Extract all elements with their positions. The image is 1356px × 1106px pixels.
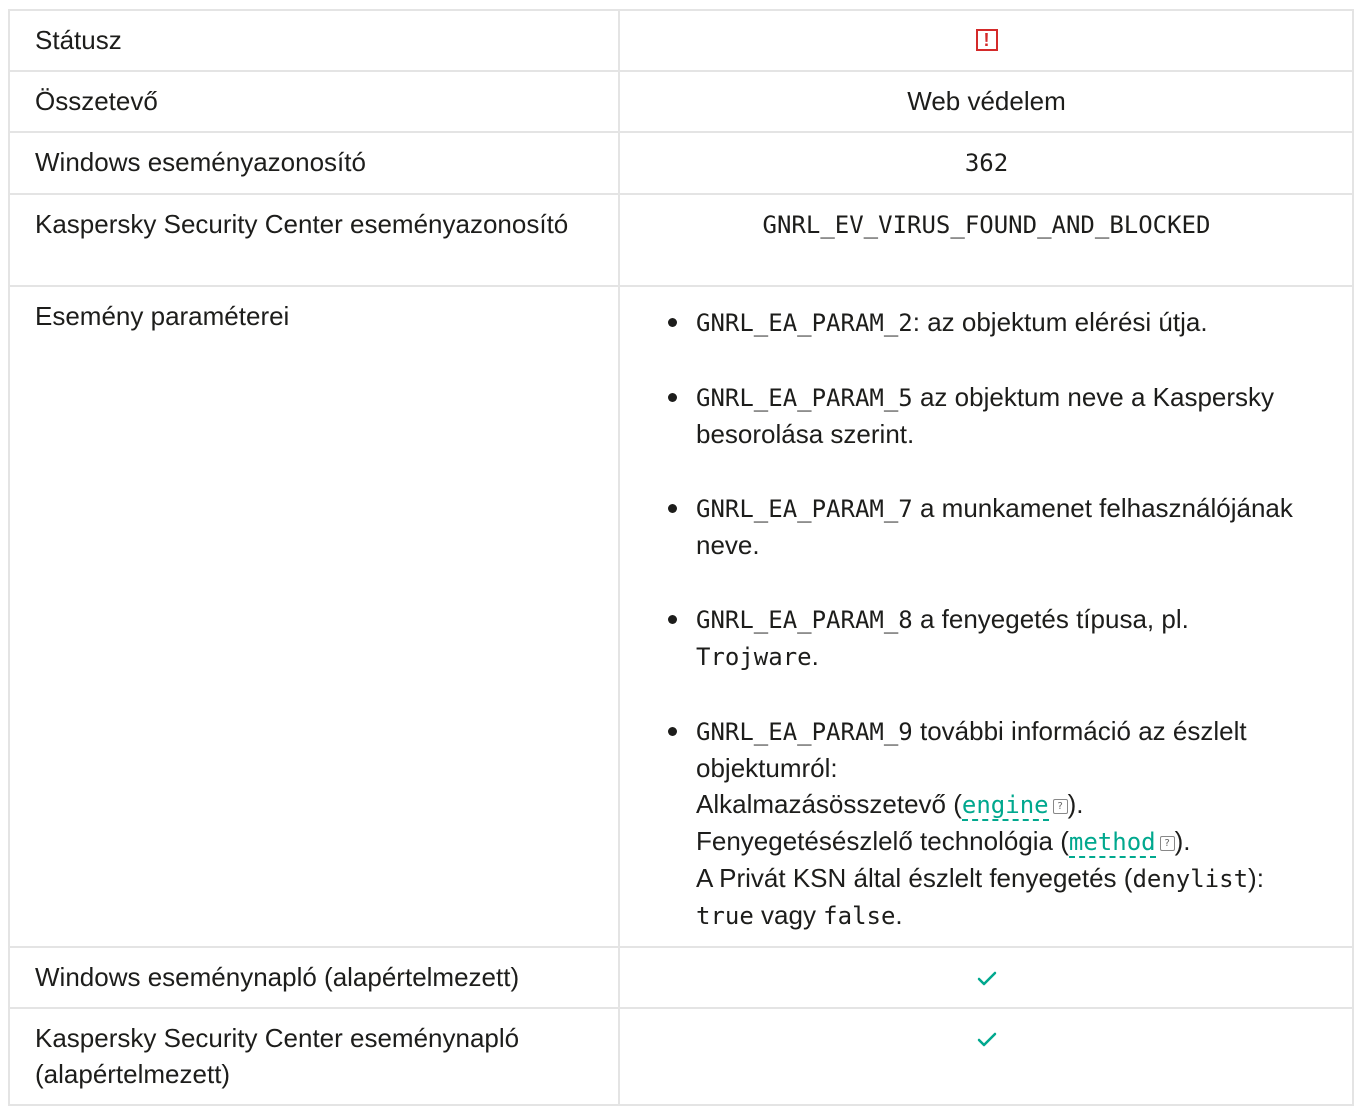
table-row: Kaspersky Security Center eseményazonosí… [8,193,1354,287]
param-text: vagy [753,900,824,930]
param-text: ): [1248,863,1264,893]
param-text: : az objektum elérési útja. [912,307,1208,337]
event-details-table: Státusz ! Összetevő Web védelem Windows … [8,9,1354,1106]
row-value [618,1007,1354,1106]
param-text: a fenyegetés típusa, pl. [912,604,1189,634]
param-example: Trojware [696,643,812,671]
list-item: GNRL_EA_PARAM_2: az objektum elérési útj… [659,304,1328,341]
table-row: Státusz ! [8,9,1354,72]
param-code: true [696,902,754,930]
list-item: GNRL_EA_PARAM_8 a fenyegetés típusa, pl.… [659,601,1328,675]
error-icon: ! [975,29,998,52]
param-text: A Privát KSN által észlelt fenyegetés ( [696,863,1133,893]
param-code: denylist [1132,865,1249,893]
row-label: Kaspersky Security Center eseményazonosí… [8,193,620,287]
param-text: ). [1174,826,1191,856]
glossary-link-method[interactable]: method [1068,828,1156,858]
table-row: Windows eseményazonosító 362 [8,131,1354,195]
param-text: Fenyegetésészlelő technológia ( [696,826,1069,856]
row-value: ! [618,9,1354,72]
param-code: GNRL_EA_PARAM_9 [696,718,913,746]
table-row: Kaspersky Security Center eseménynapló (… [8,1007,1354,1106]
event-params-list: GNRL_EA_PARAM_2: az objektum elérési útj… [659,304,1328,934]
help-icon[interactable]: ? [1052,798,1068,814]
row-value [618,946,1354,1009]
checkmark-icon [977,1032,996,1047]
param-code: GNRL_EA_PARAM_2 [696,309,913,337]
help-icon[interactable]: ? [1159,835,1175,851]
row-label: Esemény paraméterei [8,285,620,948]
param-code: false [823,902,896,930]
param-text: Alkalmazásösszetevő ( [696,789,962,819]
param-code: GNRL_EA_PARAM_5 [696,384,913,412]
row-label: Státusz [8,9,620,72]
row-label: Kaspersky Security Center eseménynapló (… [8,1007,620,1106]
list-item: GNRL_EA_PARAM_5 az objektum neve a Kaspe… [659,379,1328,452]
row-value: GNRL_EV_VIRUS_FOUND_AND_BLOCKED [618,193,1354,287]
param-text: . [811,641,819,671]
ksc-event-id-value: GNRL_EV_VIRUS_FOUND_AND_BLOCKED [762,211,1211,239]
glossary-link-engine[interactable]: engine [961,791,1049,821]
checkmark-icon [977,971,996,986]
param-code: GNRL_EA_PARAM_8 [696,606,913,634]
row-value: Web védelem [618,70,1354,133]
row-value: 362 [618,131,1354,195]
list-item: GNRL_EA_PARAM_7 a munkamenet felhasználó… [659,490,1328,563]
list-item: GNRL_EA_PARAM_9 további információ az és… [659,713,1328,934]
table-row: Esemény paraméterei GNRL_EA_PARAM_2: az … [8,285,1354,948]
param-code: GNRL_EA_PARAM_7 [696,495,913,523]
table-row: Windows eseménynapló (alapértelmezett) [8,946,1354,1009]
param-text: . [895,900,903,930]
row-label: Windows eseménynapló (alapértelmezett) [8,946,620,1009]
param-text: ). [1067,789,1084,819]
row-value: GNRL_EA_PARAM_2: az objektum elérési útj… [618,285,1354,948]
table-row: Összetevő Web védelem [8,70,1354,133]
windows-event-id-value: 362 [964,149,1009,177]
row-label: Windows eseményazonosító [8,131,620,195]
row-label: Összetevő [8,70,620,133]
